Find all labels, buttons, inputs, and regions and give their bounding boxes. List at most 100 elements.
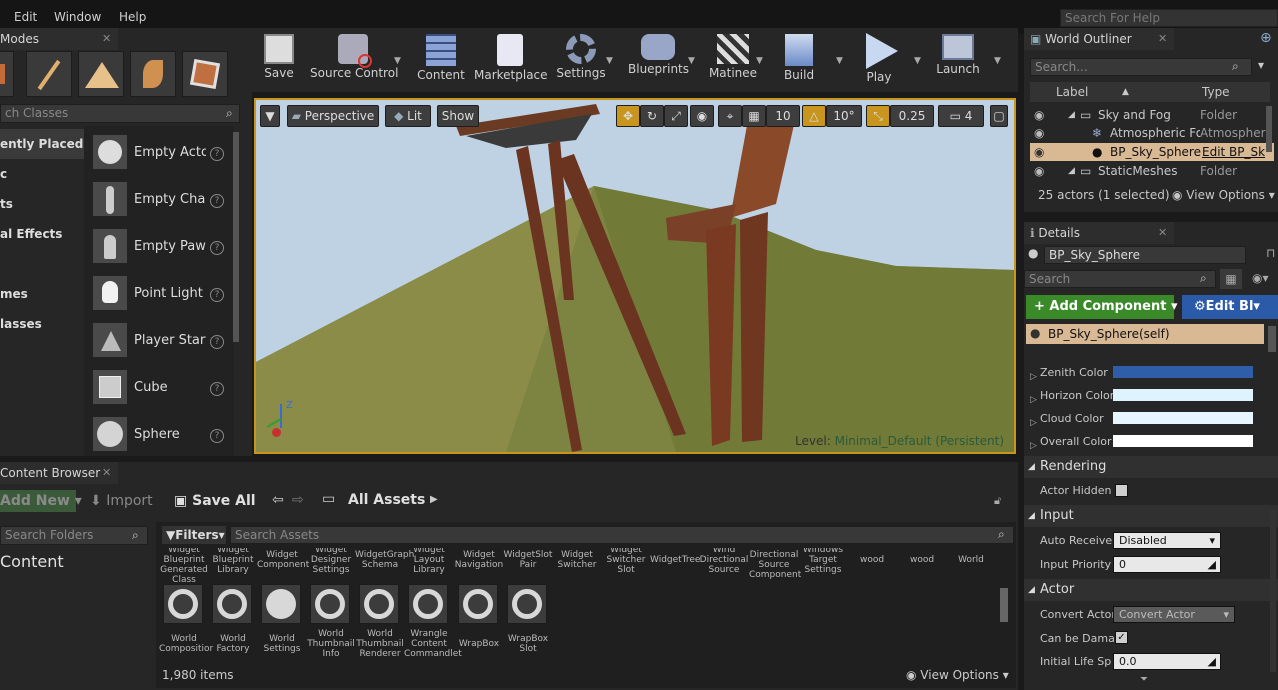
source-control-button[interactable]: Source Control <box>310 28 398 90</box>
chevron-down-icon[interactable]: ▼ <box>836 56 843 66</box>
initial-life-field[interactable]: 0.0 ◢ <box>1113 653 1221 670</box>
eye-icon[interactable]: ◉ <box>1034 162 1044 180</box>
asset-item[interactable]: wood <box>847 555 897 565</box>
can-be-damaged-checkbox[interactable]: ✓ <box>1115 631 1128 644</box>
rotation-snap-icon[interactable]: △ <box>802 105 826 127</box>
menu-help[interactable]: Help <box>119 10 146 24</box>
horizon-color-swatch[interactable] <box>1113 389 1253 401</box>
close-icon[interactable]: ✕ <box>102 32 111 45</box>
chevron-down-icon[interactable]: ▼ <box>606 56 613 66</box>
input-priority-field[interactable]: 0 ◢ <box>1113 556 1221 573</box>
ring-icon[interactable] <box>507 584 547 624</box>
class-search-input[interactable]: ch Classes <box>0 104 240 123</box>
category-all-classes[interactable]: lasses <box>0 309 84 339</box>
eye-icon[interactable]: ◉▾ <box>1252 271 1269 285</box>
modes-tab[interactable]: Modes <box>0 28 118 50</box>
eye-icon[interactable]: ◉ <box>1034 106 1044 124</box>
rotate-tool-icon[interactable]: ↻ <box>640 105 664 127</box>
help-search-input[interactable]: Search For Help <box>1060 9 1278 27</box>
build-button[interactable]: Build <box>778 28 820 90</box>
edit-blueprint-link[interactable]: Edit BP_Sk <box>1202 143 1265 161</box>
asset-item[interactable]: Widget Navigation <box>454 550 504 570</box>
add-folder-icon[interactable]: ⊕ <box>1260 30 1272 46</box>
chevron-down-icon[interactable]: ▼ <box>688 56 695 66</box>
forward-arrow-icon[interactable]: ⇨ <box>292 492 304 508</box>
folder-search-input[interactable]: Search Folders <box>0 526 148 545</box>
grid-snap-value[interactable]: 10 <box>766 105 800 127</box>
category-basic[interactable]: c <box>0 159 84 189</box>
category-visual-effects[interactable]: al Effects <box>0 219 84 249</box>
category-recently-placed[interactable]: ently Placed <box>0 129 84 159</box>
content-button[interactable]: Content <box>416 28 466 90</box>
outliner-row[interactable]: ◉ ◢ ▭ StaticMeshes Folder <box>1030 162 1274 180</box>
play-button[interactable]: Play <box>856 28 902 90</box>
overall-color-swatch[interactable] <box>1113 435 1253 447</box>
asset-item[interactable]: Wind Directional Source <box>699 548 749 575</box>
foliage-mode-icon[interactable] <box>130 51 176 97</box>
chevron-down-icon[interactable]: ▼ <box>756 56 763 66</box>
place-item-empty-actor[interactable]: Empty Actor ? <box>86 131 232 178</box>
paint-mode-icon[interactable] <box>26 51 72 97</box>
asset-item[interactable]: WidgetTree <box>650 555 700 565</box>
place-mode-icon[interactable] <box>0 51 14 97</box>
component-self-item[interactable]: BP_Sky_Sphere(self) <box>1026 324 1264 344</box>
ring-icon[interactable] <box>359 584 399 624</box>
asset-item[interactable]: Widget Component <box>257 550 309 570</box>
help-icon[interactable]: ? <box>210 382 224 396</box>
help-icon[interactable]: ? <box>210 194 224 208</box>
chevron-down-icon[interactable]: ▼ <box>394 56 401 66</box>
menu-window[interactable]: Window <box>54 10 101 24</box>
asset-item[interactable]: Widget Layout Library <box>404 548 454 575</box>
outliner-search-input[interactable]: Search... <box>1030 58 1252 76</box>
asset-item[interactable]: Widget Switcher <box>552 550 602 570</box>
cloud-color-swatch[interactable] <box>1113 412 1253 424</box>
place-item-cube[interactable]: Cube ? <box>86 366 232 413</box>
add-new-button[interactable]: Add New ▾ <box>0 490 82 512</box>
ring-icon[interactable] <box>212 584 252 624</box>
place-item-point-light[interactable]: Point Light ? <box>86 272 232 319</box>
back-arrow-icon[interactable]: ⇦ <box>272 492 284 508</box>
close-icon[interactable]: ✕ <box>102 466 111 479</box>
maximize-viewport-icon[interactable]: ▢ <box>990 105 1008 127</box>
chevron-right-icon[interactable]: ▶ <box>430 494 438 505</box>
asset-item[interactable]: Widget Blueprint Generated Class <box>159 548 209 585</box>
place-item-player-start[interactable]: Player Start ? <box>86 319 232 366</box>
component-scrollbar[interactable] <box>1268 326 1276 352</box>
sphere-icon[interactable] <box>261 584 301 624</box>
asset-item[interactable]: WidgetSlot Pair <box>503 550 553 570</box>
asset-item[interactable]: WidgetGraph Schema <box>355 550 414 570</box>
help-icon[interactable]: ? <box>210 288 224 302</box>
marketplace-button[interactable]: Marketplace <box>474 28 548 90</box>
asset-item[interactable]: Widget Switcher Slot <box>601 548 651 575</box>
show-button[interactable]: Show <box>437 105 479 127</box>
add-component-button[interactable]: + Add Component ▾ <box>1026 295 1177 319</box>
world-space-icon[interactable]: ◉ <box>690 105 714 127</box>
outliner-scrollbar[interactable] <box>1266 106 1272 152</box>
filters-button[interactable]: ▼Filters▾ <box>162 526 226 544</box>
label-column[interactable]: Label <box>1056 82 1088 102</box>
category-volumes[interactable]: mes <box>0 279 84 309</box>
perspective-button[interactable]: ▰ Perspective <box>287 105 379 127</box>
actor-name-field[interactable]: BP_Sky_Sphere <box>1044 246 1246 264</box>
details-scrollbar[interactable] <box>1270 510 1276 672</box>
placeable-scrollbar[interactable] <box>233 132 239 342</box>
translate-tool-icon[interactable]: ✥ <box>616 105 640 127</box>
asset-item[interactable]: Wind Directional Source Component <box>749 548 801 580</box>
eye-icon[interactable]: ◉ <box>1034 143 1044 161</box>
convert-actor-dropdown[interactable]: Convert Actor ▾ <box>1113 606 1235 623</box>
place-item-sphere[interactable]: Sphere ? <box>86 413 232 460</box>
expand-more-icon[interactable]: ⏷ <box>1140 674 1148 685</box>
lock-icon[interactable]: 🔓︎ <box>994 494 1001 508</box>
chevron-down-icon[interactable]: ▼ <box>914 56 921 66</box>
ring-icon[interactable] <box>408 584 448 624</box>
outliner-row[interactable]: ◉ ❄ Atmospheric Fog Atmospheri <box>1030 124 1274 142</box>
surface-snap-icon[interactable]: ⌖ <box>718 105 742 127</box>
actor-section[interactable]: ◢ Actor <box>1024 579 1278 601</box>
grid-snap-icon[interactable]: ▦ <box>742 105 766 127</box>
details-tab[interactable]: ℹ Details <box>1024 222 1174 244</box>
blueprints-button[interactable]: Blueprints <box>628 28 689 90</box>
outliner-row-selected[interactable]: ◉ ● BP_Sky_Sphere Edit BP_Sk <box>1030 143 1274 161</box>
scale-snap-icon[interactable]: ⤡ <box>866 105 890 127</box>
save-all-button[interactable]: ▣ Save All <box>174 490 256 512</box>
lock-icon[interactable]: ⊓ <box>1266 246 1275 260</box>
